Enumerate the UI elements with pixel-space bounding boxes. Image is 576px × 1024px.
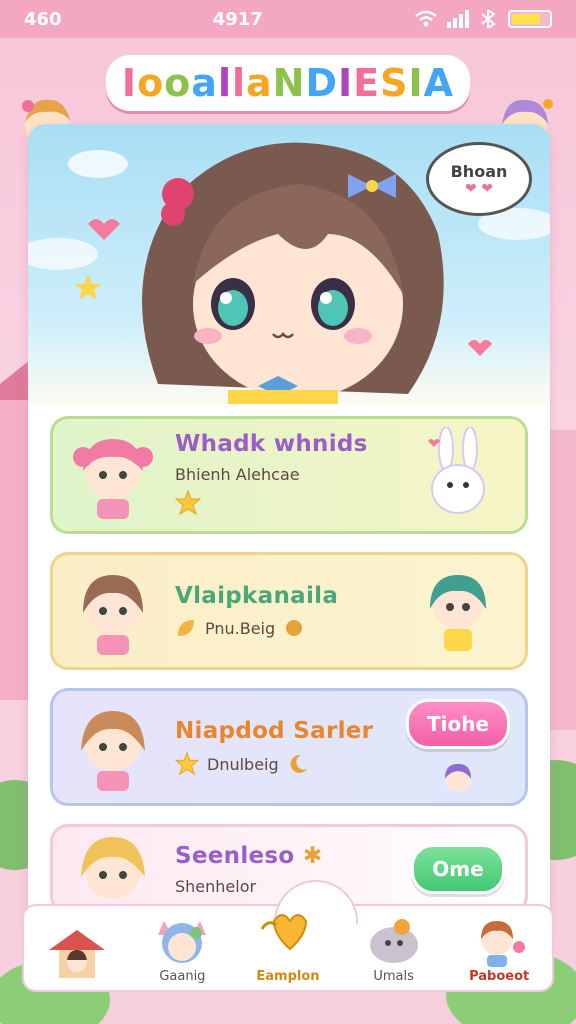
speech-bubble: Bhoan ❤ ❤	[426, 142, 532, 216]
list-item-title: Seenleso ✱	[175, 843, 403, 869]
character-avatar-icon	[81, 837, 145, 899]
nav-item-umals[interactable]: Umals	[346, 911, 442, 984]
app-title: IooallaNDIESIA	[105, 55, 471, 111]
list-item-subtitle-row: Bhienh Alehcae	[175, 465, 403, 484]
nav-item-label: Eamplon	[256, 969, 320, 984]
character-avatar-icon	[430, 575, 486, 651]
list-item-title-text: Seenleso	[175, 842, 295, 869]
leaf-icon	[178, 620, 194, 636]
app-header: IooallaNDIESIA	[0, 40, 576, 148]
list-item-body: Whadk whnids Bhienh Alehcae	[161, 431, 403, 520]
app-title-letter: o	[137, 61, 165, 105]
app-title-letter: E	[353, 61, 381, 105]
list-item-body: Vlaipkanaila Pnu.Beig	[161, 583, 403, 639]
list-item-subtitle-row: Dnulbeig	[175, 752, 403, 776]
list-item-subtitle: Pnu.Beig	[205, 618, 276, 638]
flower-icon	[286, 620, 303, 636]
app-title-letter: o	[164, 61, 192, 105]
nav-item-home[interactable]	[29, 926, 125, 984]
cat-character-icon	[158, 921, 207, 963]
character-avatar-icon	[83, 575, 143, 655]
star-icon	[174, 489, 403, 520]
nav-item-label: Paboeot	[469, 969, 530, 984]
list-item[interactable]: Whadk whnids Bhienh Alehcae	[50, 416, 528, 534]
battery-icon	[508, 10, 552, 28]
house-character-icon	[48, 930, 105, 978]
list-item[interactable]: Niapdod Sarler Dnulbeig Tiohe	[50, 688, 528, 806]
bunny-icon	[428, 427, 485, 514]
status-bar: 460 4917	[0, 0, 576, 38]
app-title-letter: I	[408, 61, 424, 105]
list-item-body: Seenleso ✱ Shenhelor	[161, 843, 403, 896]
list-item-actions: Tiohe	[403, 699, 513, 795]
bottom-navigation: Gaanig Eamplon Umals Paboeot	[22, 880, 554, 992]
app-title-letter: S	[380, 61, 409, 105]
ome-button[interactable]: Ome	[411, 844, 505, 894]
character-avatar-icon	[73, 439, 153, 519]
app-title-letter: I	[121, 61, 138, 105]
nav-item-paboeot[interactable]: Paboeot	[451, 911, 547, 984]
nav-item-label: Gaanig	[159, 969, 206, 984]
character-list: Whadk whnids Bhienh Alehcae Vlaipkanaila…	[50, 416, 528, 932]
app-title-letter: l	[217, 61, 232, 105]
girl-character-icon	[481, 921, 526, 967]
character-mini-icon	[444, 763, 472, 792]
list-item-decoration	[403, 427, 513, 523]
status-time-left: 460	[24, 8, 62, 30]
list-item-subtitle: Shenhelor	[175, 876, 257, 896]
list-item-decoration	[403, 563, 513, 659]
star-icon	[175, 752, 199, 776]
app-title-letter: D	[305, 61, 339, 105]
sparkle-icon: ✱	[302, 842, 323, 869]
list-item-subtitle-row: Pnu.Beig	[175, 617, 403, 639]
heart-icon: ❤ ❤	[465, 180, 493, 197]
nav-item-label: Umals	[373, 969, 414, 984]
hero-banner: Bhoan ❤ ❤	[28, 124, 550, 404]
bluetooth-icon	[481, 10, 496, 28]
character-avatar-icon	[81, 711, 145, 791]
list-item-subtitle: Dnulbeig	[207, 754, 279, 774]
app-title-letter: l	[231, 61, 246, 105]
list-item-title: Vlaipkanaila	[175, 583, 339, 609]
list-item-actions: Ome	[403, 821, 513, 917]
app-title-letter: A	[423, 61, 455, 105]
list-item-title: Niapdod Sarler	[175, 718, 374, 744]
status-icons	[414, 10, 552, 28]
speech-bubble-text: Bhoan	[450, 161, 508, 181]
wifi-icon	[415, 10, 437, 27]
list-item-title: Whadk whnids	[175, 430, 368, 457]
heart-wing-icon	[260, 914, 307, 951]
app-title-letter: I	[338, 61, 354, 105]
nav-item-gaanig[interactable]: Gaanig	[134, 911, 230, 984]
status-time-center: 4917	[212, 8, 263, 30]
main-card: Bhoan ❤ ❤ Whadk whnids Bhienh Alehcae Vl…	[28, 124, 550, 944]
list-item[interactable]: Vlaipkanaila Pnu.Beig	[50, 552, 528, 670]
tiohe-button[interactable]: Tiohe	[405, 699, 511, 749]
creature-character-icon	[369, 919, 418, 963]
list-item-body: Niapdod Sarler Dnulbeig	[161, 718, 403, 776]
signal-icon	[447, 10, 469, 28]
list-item-subtitle: Bhienh Alehcae	[175, 464, 300, 484]
app-title-letter: N	[272, 61, 306, 105]
app-title-letter: a	[191, 61, 218, 105]
moon-icon	[290, 754, 307, 773]
app-title-letter: a	[246, 61, 273, 105]
